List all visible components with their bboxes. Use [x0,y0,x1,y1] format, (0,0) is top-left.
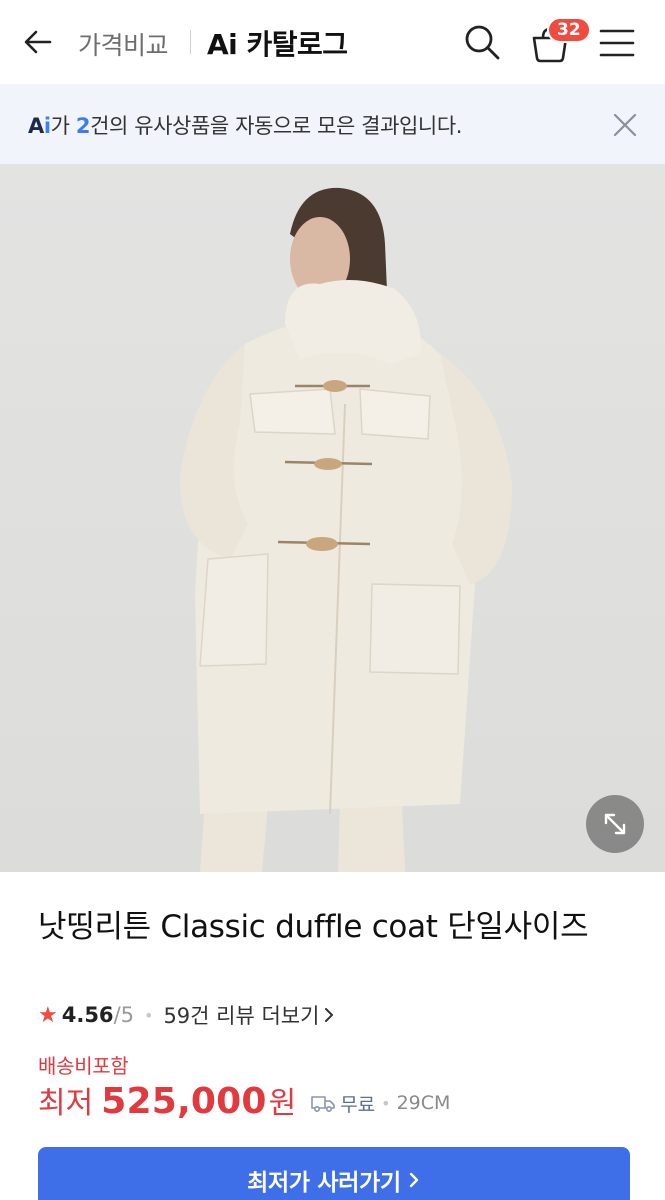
shipping-info: 무료 • 29CM [310,1090,450,1117]
page-title: Ai 카탈로그 [207,28,348,61]
back-button[interactable] [20,24,56,60]
top-header: 가격비교 Ai 카탈로그 32 [0,0,665,84]
shipping-fee: 무료 [340,1093,376,1116]
shipping-included-label: 배송비포함 [38,1054,129,1078]
expand-icon [604,813,626,835]
review-link[interactable]: 59건 리뷰 더보기 [163,1000,335,1030]
dot-separator: • [144,1005,154,1025]
search-icon[interactable] [462,22,502,62]
notice-text-ga: 가 [50,114,76,138]
star-icon: ★ [38,1002,58,1028]
ai-badge-a: A [28,114,44,138]
price-currency: 원 [268,1086,297,1121]
lowest-price-label: 최저 [38,1086,94,1121]
chevron-right-icon [409,1172,419,1188]
buy-lowest-price-button[interactable]: 최저가 사러가기 [38,1147,630,1200]
breadcrumb-divider [190,30,191,54]
cart-count-badge: 32 [547,17,591,43]
notice-message: Ai가 2건의 유사상품을 자동으로 모은 결과입니다. [28,110,462,140]
lowest-price-value: 525,000 [101,1081,267,1122]
hamburger-menu-icon[interactable] [598,26,636,60]
product-title: 낫띵리튼 Classic duffle coat 단일사이즈 [38,909,589,945]
arrow-left-icon [24,30,52,54]
chevron-right-icon [325,1008,334,1022]
price-row: 최저 525,000 원 무료 • 29CM [38,1078,450,1122]
dot-separator: • [381,1093,391,1113]
truck-icon [311,1096,335,1113]
expand-image-button[interactable] [586,795,644,853]
ai-badge: Ai [28,114,51,138]
breadcrumb-price-compare[interactable]: 가격비교 [78,26,169,62]
close-icon[interactable] [610,110,640,140]
rating-value: 4.56 [61,1003,114,1027]
store-name: 29CM [396,1092,451,1114]
notice-text-rest: 건의 유사상품을 자동으로 모은 결과입니다. [90,114,463,138]
rating-row: ★ 4.56 /5 • 59건 리뷰 더보기 [38,1000,335,1030]
ai-badge-i: i [43,114,51,138]
similar-count: 2 [75,114,91,138]
product-photo [179,187,512,872]
review-link-label: 59건 리뷰 더보기 [163,1004,320,1028]
product-image[interactable] [0,164,665,872]
rating-max: /5 [113,1003,134,1027]
ai-notice-banner: Ai가 2건의 유사상품을 자동으로 모은 결과입니다. [0,84,665,164]
cta-label: 최저가 사러가기 [247,1170,401,1196]
